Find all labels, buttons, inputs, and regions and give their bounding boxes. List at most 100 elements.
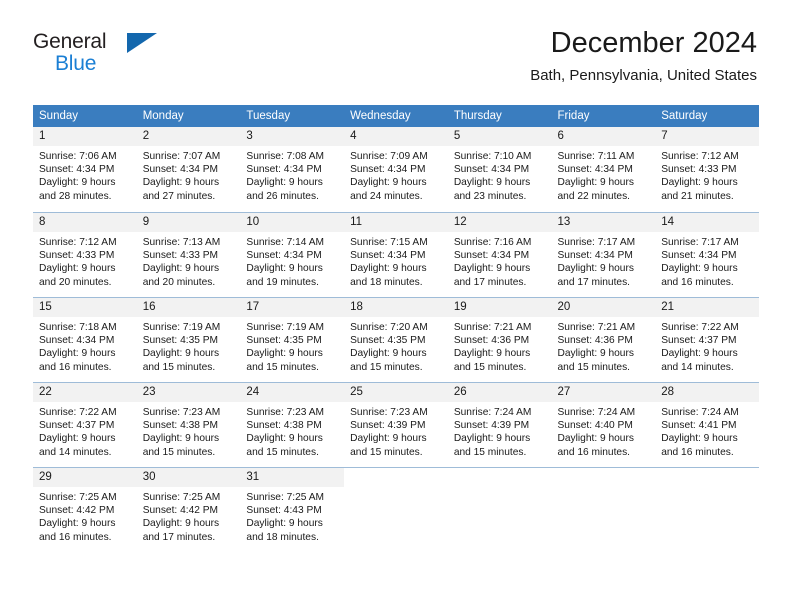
sunrise-text: Sunrise: 7:22 AM <box>39 407 117 418</box>
day-cell[interactable]: 26 Sunrise: 7:24 AM Sunset: 4:39 PM Dayl… <box>447 382 552 467</box>
day-cell[interactable]: 23 Sunrise: 7:23 AM Sunset: 4:38 PM Dayl… <box>136 382 241 467</box>
sunset-text: Sunset: 4:34 PM <box>39 164 115 176</box>
daylight-text-line1: Daylight: 9 hours <box>142 433 220 445</box>
day-number: 24 <box>240 383 345 402</box>
table-cell: 14 Sunrise: 7:17 AM Sunset: 4:34 PM Dayl… <box>655 212 759 297</box>
sunset-text: Sunset: 4:34 PM <box>350 250 426 262</box>
sunset-text: Sunset: 4:34 PM <box>246 164 322 176</box>
day-cell[interactable]: 11 Sunrise: 7:15 AM Sunset: 4:34 PM Dayl… <box>344 212 448 297</box>
table-cell: 27 Sunrise: 7:24 AM Sunset: 4:40 PM Dayl… <box>551 382 656 467</box>
weekday-header-wednesday: Wednesday <box>344 105 448 127</box>
day-number: 6 <box>551 127 656 146</box>
sunrise-text: Sunrise: 7:22 AM <box>661 322 739 333</box>
table-cell: 1 Sunrise: 7:06 AM Sunset: 4:34 PM Dayli… <box>33 127 137 212</box>
sunset-text: Sunset: 4:40 PM <box>557 420 633 432</box>
day-info: Sunrise: 7:21 AM Sunset: 4:36 PM Dayligh… <box>552 317 656 374</box>
daylight-text-line1: Daylight: 9 hours <box>39 518 116 530</box>
table-cell: 31 Sunrise: 7:25 AM Sunset: 4:43 PM Dayl… <box>240 467 345 552</box>
day-cell[interactable]: 28 Sunrise: 7:24 AM Sunset: 4:41 PM Dayl… <box>655 382 759 467</box>
day-cell[interactable]: 2 Sunrise: 7:07 AM Sunset: 4:34 PM Dayli… <box>136 127 241 212</box>
day-cell-empty <box>551 467 656 552</box>
sunset-text: Sunset: 4:34 PM <box>246 250 322 262</box>
day-cell[interactable]: 1 Sunrise: 7:06 AM Sunset: 4:34 PM Dayli… <box>33 127 137 212</box>
table-cell: 16 Sunrise: 7:19 AM Sunset: 4:35 PM Dayl… <box>136 297 241 382</box>
day-cell[interactable]: 5 Sunrise: 7:10 AM Sunset: 4:34 PM Dayli… <box>447 127 552 212</box>
day-info: Sunrise: 7:20 AM Sunset: 4:35 PM Dayligh… <box>344 317 448 374</box>
sunrise-text: Sunrise: 7:17 AM <box>661 237 739 248</box>
table-cell <box>447 467 552 552</box>
day-number: 3 <box>240 127 345 146</box>
day-cell[interactable]: 10 Sunrise: 7:14 AM Sunset: 4:34 PM Dayl… <box>240 212 345 297</box>
sunset-text: Sunset: 4:33 PM <box>661 164 737 176</box>
day-cell[interactable]: 16 Sunrise: 7:19 AM Sunset: 4:35 PM Dayl… <box>136 297 241 382</box>
day-info: Sunrise: 7:10 AM Sunset: 4:34 PM Dayligh… <box>448 146 552 203</box>
day-info: Sunrise: 7:24 AM Sunset: 4:40 PM Dayligh… <box>552 402 656 459</box>
day-number: 14 <box>655 213 759 232</box>
day-number: 30 <box>136 468 241 487</box>
day-cell[interactable]: 15 Sunrise: 7:18 AM Sunset: 4:34 PM Dayl… <box>33 297 137 382</box>
day-info: Sunrise: 7:17 AM Sunset: 4:34 PM Dayligh… <box>655 232 759 289</box>
day-cell[interactable]: 29 Sunrise: 7:25 AM Sunset: 4:42 PM Dayl… <box>33 467 137 552</box>
day-cell[interactable]: 21 Sunrise: 7:22 AM Sunset: 4:37 PM Dayl… <box>655 297 759 382</box>
calendar-week-row: 15 Sunrise: 7:18 AM Sunset: 4:34 PM Dayl… <box>33 297 759 382</box>
day-cell[interactable]: 24 Sunrise: 7:23 AM Sunset: 4:38 PM Dayl… <box>240 382 345 467</box>
day-info: Sunrise: 7:06 AM Sunset: 4:34 PM Dayligh… <box>33 146 137 203</box>
day-number: 22 <box>33 383 137 402</box>
day-info: Sunrise: 7:12 AM Sunset: 4:33 PM Dayligh… <box>655 146 759 203</box>
weekday-header-sunday: Sunday <box>33 105 137 127</box>
daylight-text-line2: and 15 minutes. <box>350 361 423 373</box>
day-cell[interactable]: 12 Sunrise: 7:16 AM Sunset: 4:34 PM Dayl… <box>447 212 552 297</box>
day-info: Sunrise: 7:25 AM Sunset: 4:42 PM Dayligh… <box>33 487 137 544</box>
sunrise-text: Sunrise: 7:23 AM <box>246 407 324 418</box>
day-cell[interactable]: 22 Sunrise: 7:22 AM Sunset: 4:37 PM Dayl… <box>33 382 137 467</box>
brand-logo[interactable]: General Blue <box>33 30 163 86</box>
table-cell: 26 Sunrise: 7:24 AM Sunset: 4:39 PM Dayl… <box>447 382 552 467</box>
day-cell[interactable]: 30 Sunrise: 7:25 AM Sunset: 4:42 PM Dayl… <box>136 467 241 552</box>
table-cell: 20 Sunrise: 7:21 AM Sunset: 4:36 PM Dayl… <box>551 297 656 382</box>
day-info: Sunrise: 7:11 AM Sunset: 4:34 PM Dayligh… <box>552 146 656 203</box>
sunset-text: Sunset: 4:41 PM <box>661 420 737 432</box>
sunrise-text: Sunrise: 7:13 AM <box>142 237 221 248</box>
day-number: 12 <box>447 213 552 232</box>
table-cell: 25 Sunrise: 7:23 AM Sunset: 4:39 PM Dayl… <box>344 382 448 467</box>
daylight-text-line2: and 15 minutes. <box>246 446 319 458</box>
day-cell[interactable]: 19 Sunrise: 7:21 AM Sunset: 4:36 PM Dayl… <box>447 297 552 382</box>
day-cell[interactable]: 4 Sunrise: 7:09 AM Sunset: 4:34 PM Dayli… <box>344 127 448 212</box>
day-number: 11 <box>344 213 448 232</box>
day-cell[interactable]: 25 Sunrise: 7:23 AM Sunset: 4:39 PM Dayl… <box>344 382 448 467</box>
day-number: 10 <box>240 213 345 232</box>
day-cell[interactable]: 18 Sunrise: 7:20 AM Sunset: 4:35 PM Dayl… <box>344 297 448 382</box>
day-info: Sunrise: 7:21 AM Sunset: 4:36 PM Dayligh… <box>448 317 552 374</box>
day-number: 19 <box>447 298 552 317</box>
day-cell[interactable]: 6 Sunrise: 7:11 AM Sunset: 4:34 PM Dayli… <box>551 127 656 212</box>
calendar-body: 1 Sunrise: 7:06 AM Sunset: 4:34 PM Dayli… <box>33 127 759 552</box>
sunrise-text: Sunrise: 7:23 AM <box>350 407 428 418</box>
daylight-text-line1: Daylight: 9 hours <box>246 177 323 189</box>
day-info: Sunrise: 7:12 AM Sunset: 4:33 PM Dayligh… <box>33 232 137 289</box>
table-cell: 2 Sunrise: 7:07 AM Sunset: 4:34 PM Dayli… <box>136 127 241 212</box>
sunrise-text: Sunrise: 7:20 AM <box>350 322 428 333</box>
day-cell-empty <box>655 467 759 552</box>
daylight-text-line1: Daylight: 9 hours <box>661 177 738 189</box>
day-cell[interactable]: 20 Sunrise: 7:21 AM Sunset: 4:36 PM Dayl… <box>551 297 656 382</box>
calendar-week-row: 22 Sunrise: 7:22 AM Sunset: 4:37 PM Dayl… <box>33 382 759 467</box>
sunrise-text: Sunrise: 7:12 AM <box>39 237 117 248</box>
day-cell[interactable]: 8 Sunrise: 7:12 AM Sunset: 4:33 PM Dayli… <box>33 212 137 297</box>
sunrise-text: Sunrise: 7:24 AM <box>453 407 532 418</box>
daylight-text-line1: Daylight: 9 hours <box>142 518 220 530</box>
day-cell[interactable]: 27 Sunrise: 7:24 AM Sunset: 4:40 PM Dayl… <box>551 382 656 467</box>
calendar-week-row: 1 Sunrise: 7:06 AM Sunset: 4:34 PM Dayli… <box>33 127 759 212</box>
day-cell[interactable]: 17 Sunrise: 7:19 AM Sunset: 4:35 PM Dayl… <box>240 297 345 382</box>
day-cell[interactable]: 13 Sunrise: 7:17 AM Sunset: 4:34 PM Dayl… <box>551 212 656 297</box>
sunrise-text: Sunrise: 7:19 AM <box>246 322 324 333</box>
daylight-text-line2: and 17 minutes. <box>142 531 216 543</box>
day-cell[interactable]: 9 Sunrise: 7:13 AM Sunset: 4:33 PM Dayli… <box>136 212 241 297</box>
day-cell[interactable]: 31 Sunrise: 7:25 AM Sunset: 4:43 PM Dayl… <box>240 467 345 552</box>
daylight-text-line1: Daylight: 9 hours <box>39 263 116 275</box>
day-cell[interactable]: 3 Sunrise: 7:08 AM Sunset: 4:34 PM Dayli… <box>240 127 345 212</box>
day-info: Sunrise: 7:22 AM Sunset: 4:37 PM Dayligh… <box>33 402 137 459</box>
day-cell[interactable]: 7 Sunrise: 7:12 AM Sunset: 4:33 PM Dayli… <box>655 127 759 212</box>
day-number: 15 <box>33 298 137 317</box>
day-cell[interactable]: 14 Sunrise: 7:17 AM Sunset: 4:34 PM Dayl… <box>655 212 759 297</box>
calendar-week-row: 29 Sunrise: 7:25 AM Sunset: 4:42 PM Dayl… <box>33 467 759 552</box>
